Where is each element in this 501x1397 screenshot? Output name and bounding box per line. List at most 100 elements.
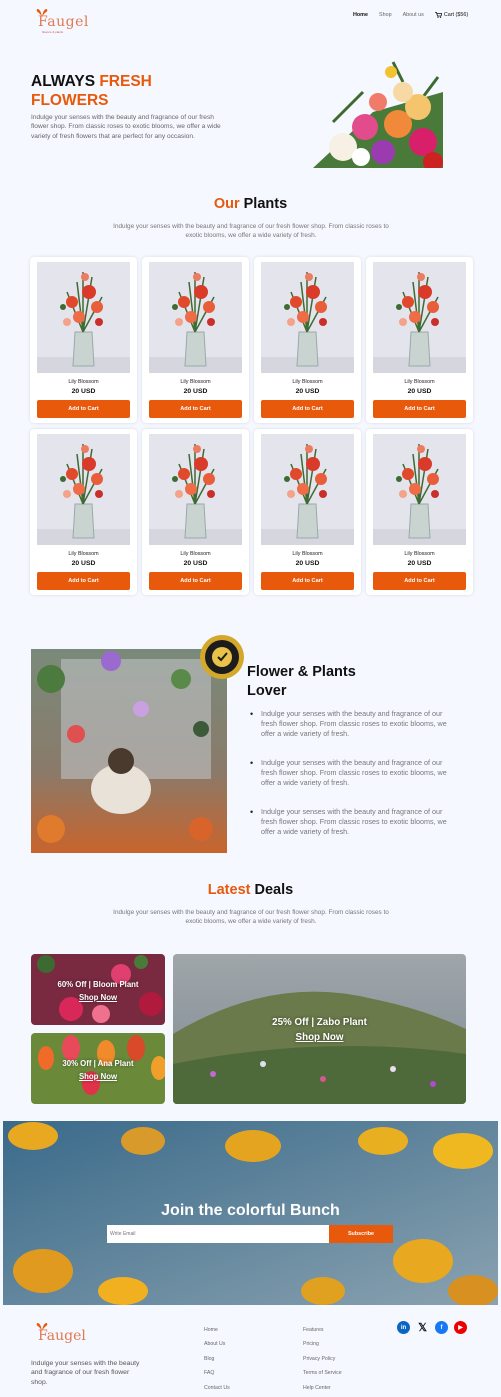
deal-ana-shop-link[interactable]: Shop Now [31, 1072, 165, 1081]
youtube-icon[interactable]: ▶ [454, 1321, 467, 1334]
lover-bullet-text: Indulge your senses with the beauty and … [261, 709, 447, 738]
deal-card-zabo[interactable]: 25% Off | Zabo Plant Shop Now [173, 954, 466, 1104]
plants-heading: Our Plants [213, 196, 288, 212]
nav-about[interactable]: About us [403, 12, 424, 18]
product-card: Lily Blossom 20 USD Add to Cart [366, 429, 473, 595]
deal-ana-title: 30% Off | Ana Plant [62, 1059, 134, 1068]
deal-ana-image [31, 1033, 165, 1104]
footer-link-help[interactable]: Help Center [303, 1385, 342, 1397]
main-nav: Home Shop About us Cart ($56) [353, 12, 468, 18]
hero-title-part1: ALWAYS [31, 73, 100, 90]
deal-card-ana[interactable]: 30% Off | Ana Plant Shop Now [31, 1033, 165, 1104]
product-card: Lily Blossom 20 USD Add to Cart [142, 257, 249, 423]
social-links: in 𝕏 f ▶ [397, 1321, 467, 1334]
footer-link-features[interactable]: Features [303, 1327, 342, 1341]
add-to-cart-button[interactable]: Add to Cart [149, 400, 242, 418]
lover-bullet: • Indulge your senses with the beauty and… [250, 709, 455, 749]
deals-text: Indulge your senses with the beauty and … [113, 909, 389, 926]
logo[interactable]: Faugel flowers & plants [30, 6, 88, 36]
product-image [261, 262, 354, 373]
lover-bullet-text: Indulge your senses with the beauty and … [261, 758, 447, 787]
product-name: Lily Blossom [68, 379, 99, 385]
product-image [37, 262, 130, 373]
footer-link-blog[interactable]: Blog [204, 1356, 230, 1370]
deal-bloom-image [31, 954, 165, 1025]
facebook-icon[interactable]: f [435, 1321, 448, 1334]
product-price: 20 USD [183, 560, 208, 567]
product-image [373, 262, 466, 373]
product-card: Lily Blossom 20 USD Add to Cart [254, 257, 361, 423]
add-to-cart-button[interactable]: Add to Cart [149, 572, 242, 590]
product-grid: (function(){ const img = '<svg class="pi… [30, 257, 473, 595]
footer-text: Indulge your senses with the beauty and … [31, 1360, 140, 1386]
product-price: 20 USD [183, 388, 208, 395]
product-price: 20 USD [295, 388, 320, 395]
trusted-badge-icon [200, 635, 244, 679]
product-price: 20 USD [295, 560, 320, 567]
logo-subtext: flowers & plants [42, 30, 64, 34]
product-image [149, 434, 242, 545]
add-to-cart-button[interactable]: Add to Cart [37, 572, 130, 590]
lover-bullet-text: Indulge your senses with the beauty and … [261, 807, 447, 836]
nav-shop[interactable]: Shop [379, 12, 392, 18]
footer-link-home[interactable]: Home [204, 1327, 230, 1341]
footer-logo[interactable]: Faugel [30, 1320, 86, 1350]
hero-text: Indulge your senses with the beauty and … [31, 114, 221, 140]
add-to-cart-button[interactable]: Add to Cart [373, 400, 466, 418]
product-name: Lily Blossom [180, 551, 211, 557]
cart-link[interactable]: Cart ($56) [434, 12, 469, 18]
product-price: 20 USD [71, 388, 96, 395]
product-image [261, 434, 354, 545]
product-name: Lily Blossom [292, 379, 323, 385]
product-card: Lily Blossom 20 USD Add to Cart [142, 429, 249, 595]
deals-heading: Latest Deals [207, 882, 294, 898]
add-to-cart-button[interactable]: Add to Cart [37, 400, 130, 418]
product-name: Lily Blossom [404, 551, 435, 557]
footer-link-pricing[interactable]: Pricing [303, 1341, 342, 1355]
nav-home[interactable]: Home [353, 12, 368, 18]
product-name: Lily Blossom [292, 551, 323, 557]
lover-heading: Flower & Plants Lover [247, 664, 356, 699]
product-name: Lily Blossom [180, 379, 211, 385]
hero-bouquet-image [303, 52, 443, 168]
add-to-cart-button[interactable]: Add to Cart [261, 400, 354, 418]
product-card: Lily Blossom 20 USD Add to Cart [366, 257, 473, 423]
deal-zabo-image [173, 954, 466, 1104]
footer-link-contact[interactable]: Contact Us [204, 1385, 230, 1397]
product-price: 20 USD [71, 560, 96, 567]
product-price: 20 USD [407, 388, 432, 395]
footer-logo-text: Faugel [38, 1328, 86, 1344]
cart-icon [434, 12, 442, 18]
hero-title-part2: FRESH [99, 73, 152, 90]
add-to-cart-button[interactable]: Add to Cart [261, 572, 354, 590]
footer-links-col1: Home About Us Blog FAQ Contact Us [204, 1327, 230, 1397]
plants-text: Indulge your senses with the beauty and … [113, 223, 389, 240]
add-to-cart-button[interactable]: Add to Cart [373, 572, 466, 590]
deal-card-bloom[interactable]: 60% Off | Bloom Plant Shop Now [31, 954, 165, 1025]
deal-bloom-title: 60% Off | Bloom Plant [57, 980, 139, 989]
product-card: Lily Blossom 20 USD Add to Cart [254, 429, 361, 595]
footer-link-terms[interactable]: Terms of Service [303, 1370, 342, 1384]
logo-text: Faugel [38, 14, 89, 30]
footer-link-about[interactable]: About Us [204, 1341, 230, 1355]
lover-bullet: • Indulge your senses with the beauty and… [250, 807, 455, 847]
footer-link-faq[interactable]: FAQ [204, 1370, 230, 1384]
product-name: Lily Blossom [68, 551, 99, 557]
x-icon[interactable]: 𝕏 [416, 1321, 429, 1334]
product-price: 20 USD [407, 560, 432, 567]
email-input[interactable] [107, 1225, 329, 1243]
product-name: Lily Blossom [404, 379, 435, 385]
linkedin-icon[interactable]: in [397, 1321, 410, 1334]
subscribe-button[interactable]: Subscribe [329, 1225, 393, 1243]
lover-bullet: • Indulge your senses with the beauty and… [250, 758, 455, 798]
footer-link-privacy[interactable]: Privacy Policy [303, 1356, 342, 1370]
product-image [149, 262, 242, 373]
product-card: Lily Blossom 20 USD Add to Cart [30, 429, 137, 595]
hero-title: ALWAYS FRESH FLOWERS [31, 72, 152, 110]
footer-links-col2: Features Pricing Privacy Policy Terms of… [303, 1327, 342, 1397]
cart-label: Cart ($56) [443, 12, 469, 18]
deal-bloom-shop-link[interactable]: Shop Now [31, 993, 165, 1002]
join-heading: Join the colorful Bunch [161, 1202, 340, 1219]
product-card: Lily Blossom 20 USD Add to Cart [30, 257, 137, 423]
deal-zabo-shop-link[interactable]: Shop Now [173, 1032, 466, 1043]
